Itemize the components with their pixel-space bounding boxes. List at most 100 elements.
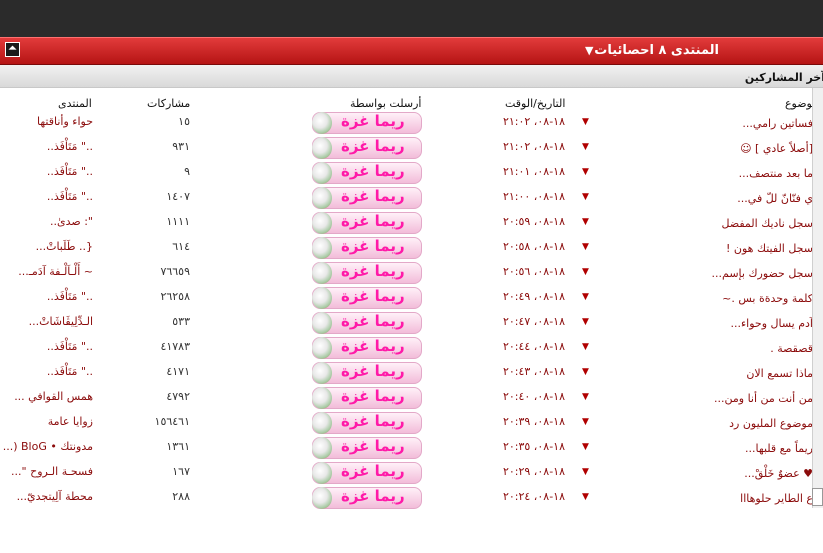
triangle-down-icon[interactable]: ▼ (582, 242, 589, 252)
author-name: ريما غزة (341, 237, 405, 255)
triangle-down-icon[interactable]: ▼ (582, 142, 589, 152)
forum-link[interactable]: ": صدىٰ.. (50, 215, 93, 228)
triangle-down-icon[interactable]: ▼ (582, 442, 589, 452)
forum-link[interactable]: ~ أَلْـاَلْـفة آدَمـ... (18, 265, 93, 278)
forum-link[interactable]: مدونتك • BloG (... (3, 440, 93, 453)
forum-link[interactable]: حواء وأناقتها (37, 115, 93, 128)
section-header (0, 65, 823, 88)
author-signature[interactable]: ريما غزة (312, 387, 422, 409)
table-row: قصقصة . ▼ ١٨-٠٨، ٢٠:٤٤ ريما غزة ٤١٧٨٣ .." مَت… (0, 336, 823, 361)
author-name: ريما غزة (341, 137, 405, 155)
forum-link[interactable]: .." مَتَاْفَذ.. (47, 165, 93, 178)
chevrons-up-icon[interactable]: ⏶ (5, 42, 20, 57)
table-row: سجل الفيتك هون ! ▼ ١٨-٠٨، ٢٠:٥٨ ريما غزة ٦١٤… (0, 236, 823, 261)
post-count: ٢٨٨ (172, 490, 190, 503)
author-name: ريما غزة (341, 262, 405, 280)
forum-link[interactable]: {.. طَلَباتْ... (36, 240, 93, 253)
post-datetime: ١٨-٠٨، ٢٠:٥٨ (502, 240, 565, 253)
author-signature[interactable]: ريما غزة (312, 462, 422, 484)
topic-title: ي فنّانّ للّ في... (737, 192, 813, 205)
author-signature[interactable]: ريما غزة (312, 412, 422, 434)
table-row: كلمة وحدةة بس .~ ▼ ١٨-٠٨، ٢٠:٤٩ ريما غزة ٢٦٢… (0, 286, 823, 311)
topic-link[interactable]: موضوع المليون رد (729, 415, 823, 430)
triangle-down-icon[interactable]: ▼ (582, 117, 589, 127)
author-name: ريما غزة (341, 412, 405, 430)
table-row: من أنت من أنا ومن... ▼ ١٨-٠٨، ٢٠:٤٠ ريما غز… (0, 386, 823, 411)
post-count: ٩ (184, 165, 190, 178)
triangle-down-icon[interactable]: ▼ (582, 267, 589, 277)
topic-title: فساتين رامي... (742, 117, 813, 130)
triangle-down-icon[interactable]: ▼ (582, 492, 589, 502)
topic-title: سجل ناديك المفضل (721, 217, 814, 230)
post-datetime: ١٨-٠٨، ٢٠:٤٤ (502, 340, 565, 353)
triangle-down-icon[interactable]: ▼ (582, 467, 589, 477)
topic-link[interactable]: سجل حضورك بإسم... (712, 265, 823, 280)
avatar (312, 462, 332, 484)
triangle-down-icon[interactable]: ▼ (582, 392, 589, 402)
author-signature[interactable]: ريما غزة (312, 137, 422, 159)
post-datetime: ١٨-٠٨، ٢٠:٢٩ (502, 465, 565, 478)
topic-link[interactable]: سجل الفيتك هون ! (726, 240, 823, 255)
author-signature[interactable]: ريما غزة (312, 187, 422, 209)
topic-link[interactable]: ما بعد منتصف... (739, 165, 823, 180)
author-signature[interactable]: ريما غزة (312, 212, 422, 234)
topic-title: سجل الفيتك هون ! (726, 242, 813, 255)
topic-title: ما بعد منتصف... (738, 167, 813, 180)
author-name: ريما غزة (341, 212, 405, 230)
triangle-down-icon[interactable]: ▼ (582, 417, 589, 427)
triangle-down-icon[interactable]: ▼ (582, 342, 589, 352)
post-datetime: ١٨-٠٨، ٢٠:٤٠ (502, 390, 565, 403)
author-signature[interactable]: ريما غزة (312, 337, 422, 359)
author-name: ريما غزة (341, 437, 405, 455)
author-signature[interactable]: ريما غزة (312, 262, 422, 284)
topic-title: من أنت من أنا ومن... (714, 392, 813, 405)
topic-title: ع الطاير حلوهااا (740, 492, 813, 505)
author-signature[interactable]: ريما غزة (312, 487, 422, 509)
avatar (312, 112, 332, 134)
forum-link[interactable]: .." مَتَاْفَذ.. (47, 140, 93, 153)
triangle-down-icon[interactable]: ▼ (582, 192, 589, 202)
topic-link[interactable]: سجل ناديك المفضل (722, 215, 823, 230)
forum-link[interactable]: .." مَتَاْفَذ.. (47, 365, 93, 378)
post-datetime: ١٨-٠٨، ٢١:٠٢ (502, 140, 565, 153)
author-signature[interactable]: ريما غزة (312, 162, 422, 184)
author-signature[interactable]: ريما غزة (312, 362, 422, 384)
author-signature[interactable]: ريما غزة (312, 237, 422, 259)
triangle-down-icon[interactable]: ▼ (582, 367, 589, 377)
topic-link[interactable]: كلمة وحدةة بس .~ (722, 290, 823, 305)
table-row: موضوع المليون رد ▼ ١٨-٠٨، ٢٠:٣٩ ريما غزة ١٥٦… (0, 411, 823, 436)
forum-link[interactable]: محطة آلِيتجديّ... (17, 490, 93, 503)
topic-link[interactable]: من أنت من أنا ومن... (714, 390, 823, 405)
scrollbar-thumb[interactable] (812, 488, 823, 506)
forum-stats-title[interactable]: المنتدى ٨ احصائيات (594, 43, 719, 58)
column-header-posted-by: أرسلت بواسطة (350, 97, 422, 110)
forum-link[interactable]: .." مَتَاْفَذ.. (47, 190, 93, 203)
topic-link[interactable]: ي فنّانّ للّ في... (737, 190, 823, 205)
forum-link[interactable]: .." مَتَاْفَذ.. (47, 290, 93, 303)
vertical-scrollbar[interactable] (812, 88, 823, 508)
forum-link[interactable]: زوايا عامة (48, 415, 93, 428)
author-signature[interactable]: ريما غزة (312, 112, 422, 134)
author-signature[interactable]: ريما غزة (312, 312, 422, 334)
triangle-down-icon[interactable]: ▼ (582, 217, 589, 227)
avatar (312, 262, 332, 284)
triangle-down-icon[interactable]: ▼ (582, 167, 589, 177)
forum-link[interactable]: فسحـة الـروح "... (11, 465, 93, 478)
triangle-down-icon[interactable]: ▼ (582, 317, 589, 327)
forum-link[interactable]: الـدِّلِيڤَاشَاتْ... (29, 315, 93, 328)
post-datetime: ١٨-٠٨، ٢٠:٢٤ (502, 490, 565, 503)
author-name: ريما غزة (341, 112, 405, 130)
topic-link[interactable]: آدم يسال وحواء... (731, 315, 823, 330)
topic-title: [أصلاً عادي ] ☺ (740, 142, 813, 155)
forum-link[interactable]: همس القوافي ... (14, 390, 93, 403)
author-name: ريما غزة (341, 337, 405, 355)
topic-link[interactable]: ع الطاير حلوهااا (740, 490, 823, 505)
topic-link[interactable]: [أصلاً عادي ] ☺ (740, 140, 823, 155)
triangle-down-icon[interactable]: ▼ (582, 292, 589, 302)
forum-link[interactable]: .." مَتَاْفَذ.. (47, 340, 93, 353)
author-signature[interactable]: ريما غزة (312, 437, 422, 459)
author-signature[interactable]: ريما غزة (312, 287, 422, 309)
topic-link[interactable]: فساتين رامي... (742, 115, 823, 130)
triangle-down-icon[interactable]: ▼ (585, 44, 593, 57)
topic-title: ريماً مع قلبها... (745, 442, 813, 455)
